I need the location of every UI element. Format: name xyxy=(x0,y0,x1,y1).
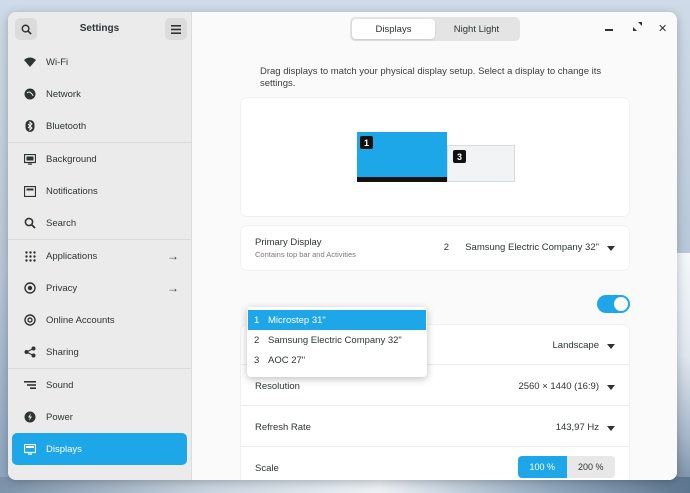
maximize-icon[interactable] xyxy=(633,22,642,34)
sidebar-item-wifi[interactable]: Wi-Fi xyxy=(8,46,191,78)
minimize-icon[interactable] xyxy=(605,22,613,34)
wifi-icon xyxy=(24,56,36,68)
close-icon[interactable]: ✕ xyxy=(658,22,667,35)
refresh-rate-value: 143,97 Hz xyxy=(555,422,599,433)
online-accounts-icon xyxy=(24,314,36,326)
display-option-label: AOC 27" xyxy=(268,354,306,366)
applications-icon xyxy=(24,250,36,262)
monitor-1[interactable]: 1 xyxy=(357,132,447,182)
sidebar-item-label: Privacy xyxy=(46,282,78,294)
network-icon xyxy=(24,88,36,100)
display-option[interactable]: 3 AOC 27" xyxy=(248,350,426,370)
sidebar-item-power[interactable]: Power xyxy=(8,401,191,433)
bluetooth-icon xyxy=(24,120,36,132)
sidebar-item-search[interactable]: Search xyxy=(8,207,191,239)
sidebar-item-sharing[interactable]: Sharing xyxy=(8,336,191,368)
display-option[interactable]: 1 Microstep 31" xyxy=(248,310,426,330)
arrow-right-icon: → xyxy=(167,281,179,295)
sidebar-item-label: Wi-Fi xyxy=(46,56,69,68)
menu-button[interactable] xyxy=(165,18,187,40)
sidebar-item-privacy[interactable]: Privacy → xyxy=(8,272,191,304)
monitor-1-badge: 1 xyxy=(360,136,373,149)
sidebar-item-label: Displays xyxy=(46,443,82,455)
privacy-icon xyxy=(24,282,36,294)
sidebar-item-label: Sound xyxy=(46,379,74,391)
primary-display-sublabel: Contains top bar and Activities xyxy=(255,250,356,259)
primary-display-label: Primary Display xyxy=(255,237,322,248)
sidebar-item-background[interactable]: Background xyxy=(8,143,191,175)
monitor-3-badge: 3 xyxy=(453,150,466,163)
display-arrangement[interactable]: 1 3 xyxy=(241,98,629,216)
sidebar-item-label: Bluetooth xyxy=(46,120,87,132)
sidebar-item-label: Network xyxy=(46,88,81,100)
chevron-down-icon xyxy=(607,385,615,390)
sidebar-item-label: Applications xyxy=(46,250,98,262)
refresh-rate-label: Refresh Rate xyxy=(255,422,311,433)
sidebar-item-bluetooth[interactable]: Bluetooth xyxy=(8,110,191,142)
sidebar-title: Settings xyxy=(79,23,120,34)
chevron-down-icon xyxy=(607,344,615,349)
sound-icon xyxy=(24,379,36,391)
primary-display-row[interactable]: Primary Display Contains top bar and Act… xyxy=(241,226,629,270)
scale-100-button[interactable]: 100 % xyxy=(518,456,567,478)
sidebar-item-label: Search xyxy=(46,217,77,229)
sidebar-list: Wi-Fi Network Bluetooth Background Notif… xyxy=(8,46,191,465)
hamburger-icon xyxy=(171,24,181,34)
scale-200-button[interactable]: 200 % xyxy=(566,456,615,478)
sidebar-item-displays[interactable]: Displays xyxy=(12,433,187,465)
scale-label: Scale xyxy=(255,463,279,474)
power-icon xyxy=(24,411,36,423)
background-icon xyxy=(24,153,36,165)
sidebar-item-label: Sharing xyxy=(46,346,79,358)
sidebar-item-label: Power xyxy=(46,411,73,423)
sidebar-item-applications[interactable]: Applications → xyxy=(8,240,191,272)
sidebar: Settings Wi-Fi Network Bluetooth Backgro… xyxy=(8,12,192,480)
chevron-down-icon xyxy=(607,426,615,431)
scale-selector: 100 % 200 % xyxy=(518,456,615,478)
arrow-right-icon: → xyxy=(167,249,179,263)
sidebar-item-label: Online Accounts xyxy=(46,314,115,326)
monitor-3[interactable]: 3 xyxy=(447,145,515,182)
display-toggle[interactable] xyxy=(597,295,630,313)
display-option-number: 1 xyxy=(254,314,260,326)
toggle-knob xyxy=(614,297,628,311)
displays-icon xyxy=(24,443,36,455)
header-bar: Displays Night Light ✕ xyxy=(192,12,677,46)
tab-displays[interactable]: Displays xyxy=(352,19,435,39)
sidebar-item-label: Notifications xyxy=(46,185,98,197)
sidebar-header: Settings xyxy=(8,12,191,46)
search-icon xyxy=(24,217,36,229)
chevron-down-icon xyxy=(607,246,615,251)
displays-panel: Displays Night Light ✕ Drag displays to … xyxy=(192,12,677,480)
display-option-number: 3 xyxy=(254,354,260,366)
display-select-popover: 1 Microstep 31" 2 Samsung Electric Compa… xyxy=(247,307,427,377)
sidebar-item-network[interactable]: Network xyxy=(8,78,191,110)
display-option-label: Samsung Electric Company 32" xyxy=(268,334,402,346)
tab-night-light[interactable]: Night Light xyxy=(435,19,518,39)
sidebar-item-label: Background xyxy=(46,153,97,165)
display-option[interactable]: 2 Samsung Electric Company 32" xyxy=(248,330,426,350)
sidebar-item-notifications[interactable]: Notifications xyxy=(8,175,191,207)
sharing-icon xyxy=(24,346,36,358)
resolution-value: 2560 × 1440 (16:9) xyxy=(518,381,599,392)
scale-row: Scale 100 % 200 % xyxy=(241,448,629,480)
sidebar-item-online-accounts[interactable]: Online Accounts xyxy=(8,304,191,336)
settings-window: Settings Wi-Fi Network Bluetooth Backgro… xyxy=(8,12,677,480)
refresh-rate-row[interactable]: Refresh Rate 143,97 Hz xyxy=(241,407,629,447)
display-option-label: Microstep 31" xyxy=(268,314,326,326)
instructions-text: Drag displays to match your physical dis… xyxy=(260,66,602,89)
notifications-icon xyxy=(24,185,36,197)
display-option-number: 2 xyxy=(254,334,260,346)
primary-display-value: Samsung Electric Company 32" xyxy=(465,242,599,253)
primary-display-number: 2 xyxy=(443,242,449,253)
view-switcher: Displays Night Light xyxy=(350,17,520,41)
orientation-value: Landscape xyxy=(552,340,599,351)
resolution-label: Resolution xyxy=(255,381,300,392)
sidebar-item-sound[interactable]: Sound xyxy=(8,369,191,401)
